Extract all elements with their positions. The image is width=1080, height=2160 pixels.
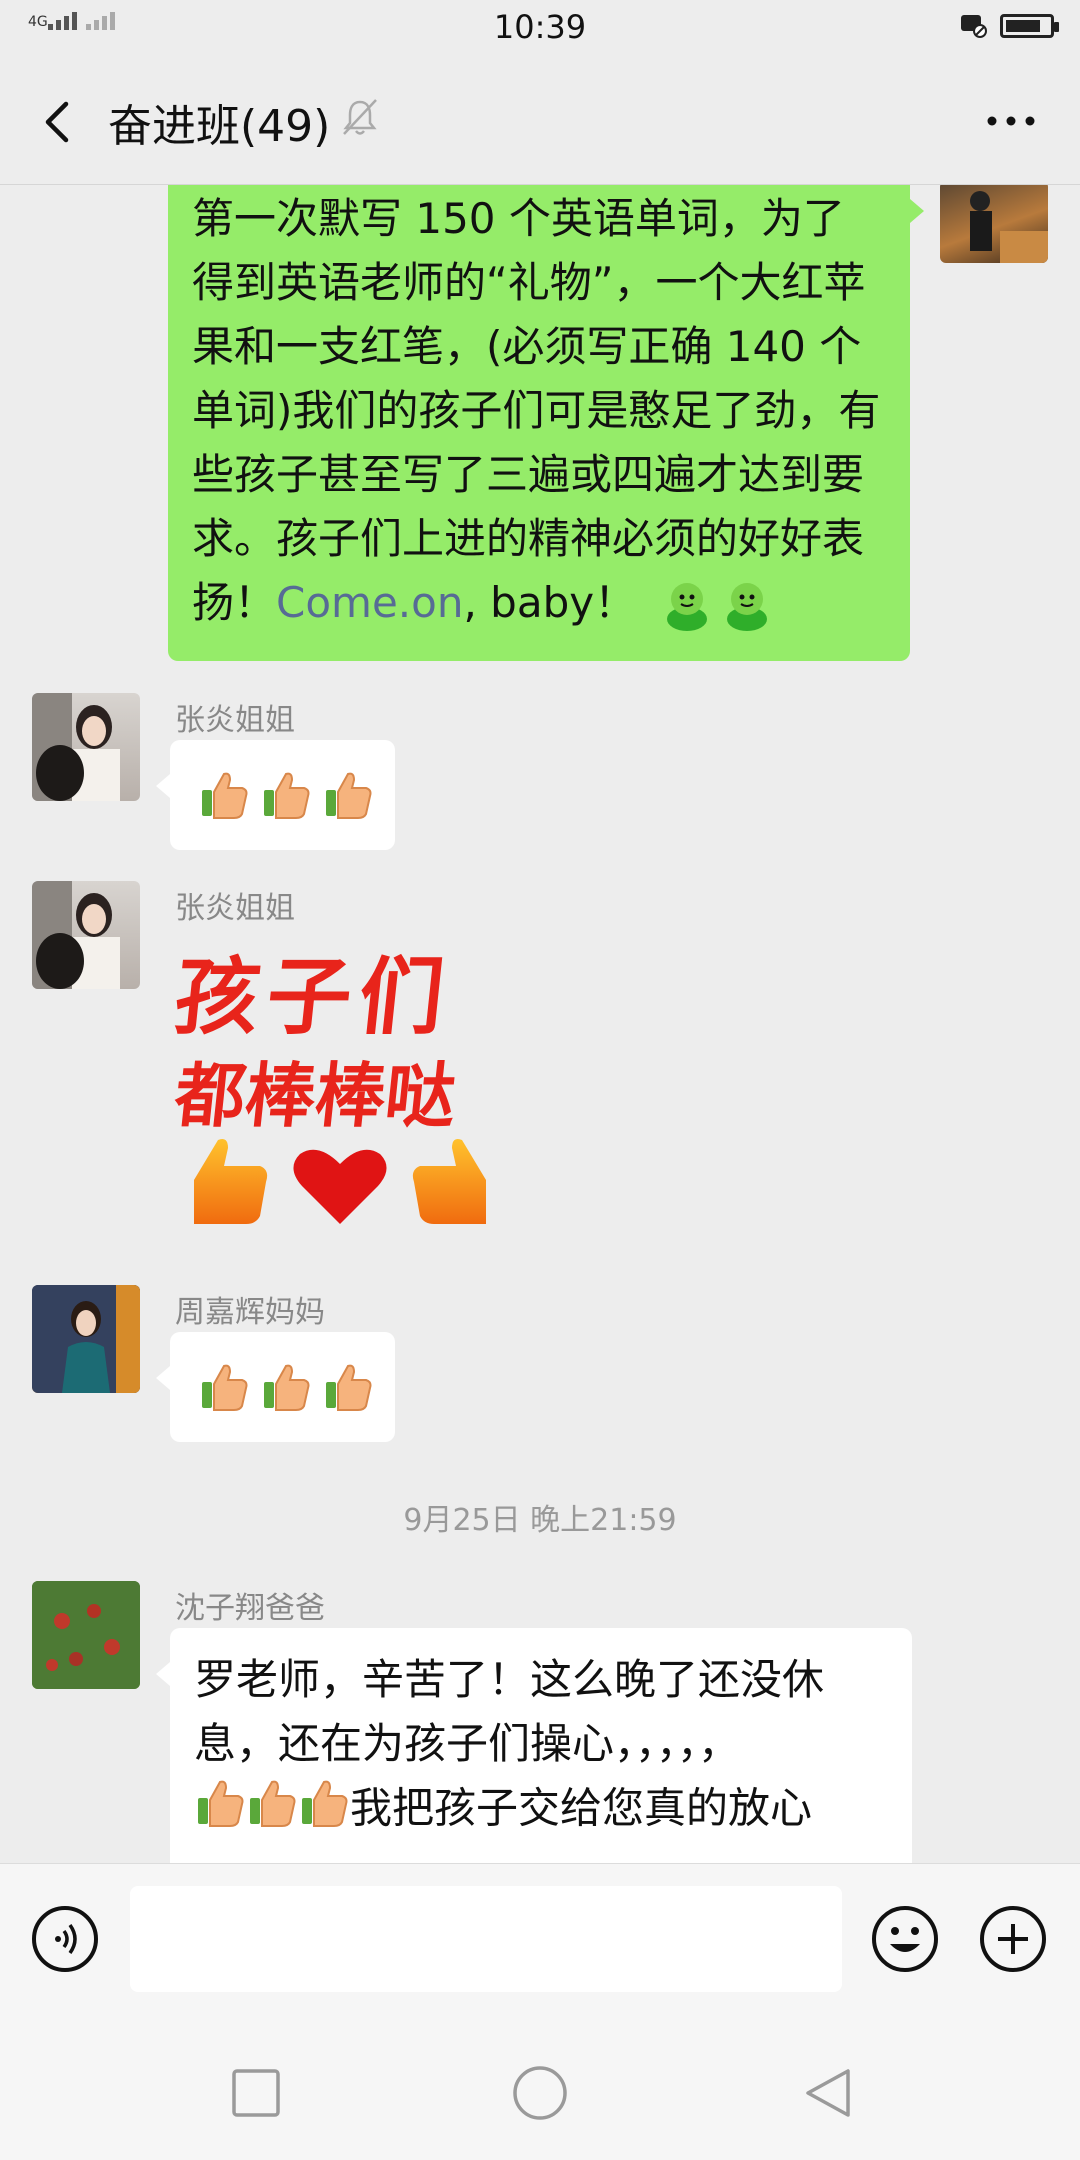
clock: 10:39 (493, 8, 587, 46)
avatar-shenzixiang-dad[interactable] (32, 1581, 140, 1689)
message-text: 罗老师，辛苦了！这么晚了还没休息，还在为孩子们操心，，，，， (194, 1655, 825, 1768)
thumbs-up-icon (264, 1364, 310, 1411)
thumbs-up-icon (250, 1780, 296, 1827)
circle-nav-icon[interactable] (512, 2065, 568, 2121)
sender-name: 张炎姐姐 (175, 891, 295, 926)
message-bubble[interactable] (156, 1332, 395, 1442)
thumbs-up-icon (202, 1364, 248, 1411)
message-text-2: 我把孩子交给您真的放心 (350, 1783, 813, 1833)
avatar-zhoujiahui-mom[interactable] (32, 1285, 140, 1393)
message-link[interactable]: Come.on (276, 578, 463, 627)
sticker-text-2: 都棒棒哒 (171, 1054, 460, 1137)
sticker-message[interactable]: 孩子们 都棒棒哒 (170, 930, 500, 1230)
thumbs-up-icon (326, 772, 372, 819)
message-text-tail: , baby！ (463, 578, 637, 627)
timestamp: 9月25日 晚上21:59 (403, 1503, 677, 1538)
message-input[interactable] (130, 1886, 842, 1992)
battery-icon (1000, 14, 1059, 38)
thumbs-up-icon (198, 1780, 244, 1827)
sender-name: 张炎姐姐 (175, 703, 295, 738)
sticker-hearts-thumbs (194, 1139, 486, 1224)
emoji-icon[interactable] (870, 1904, 940, 1974)
sender-name: 周嘉辉妈妈 (175, 1295, 325, 1330)
avatar-zhangyan[interactable] (32, 881, 140, 989)
my-avatar[interactable] (940, 185, 1048, 263)
triangle-nav-icon[interactable] (800, 2065, 856, 2121)
sticker-text-1: 孩子们 (170, 947, 457, 1046)
system-nav-bar (0, 2013, 1080, 2160)
chat-header: 奋进班(49) (0, 58, 1080, 185)
plus-icon[interactable] (978, 1904, 1048, 1974)
message-bubble[interactable] (156, 740, 395, 850)
thumbs-up-icon (302, 1780, 348, 1827)
more-icon[interactable] (984, 106, 1038, 136)
thumbs-up-icon (264, 772, 310, 819)
sender-name: 沈子翔爸爸 (175, 1591, 325, 1626)
my-message-bubble[interactable]: 第一次默写 150 个英语单词，为了得到英语老师的“礼物”，一个大红苹果和一支红… (168, 185, 924, 661)
status-bar: 4G 10:39 (0, 0, 1080, 58)
message-text: 第一次默写 150 个英语单词，为了得到英语老师的“礼物”，一个大红苹果和一支红… (192, 194, 881, 627)
chat-area[interactable]: 第一次默写 150 个英语单词，为了得到英语老师的“礼物”，一个大红苹果和一支红… (0, 185, 1080, 1863)
notification-icon (961, 15, 987, 38)
back-icon[interactable] (36, 92, 86, 152)
chat-title: 奋进班(49) (108, 101, 331, 152)
avatar-zhangyan[interactable] (32, 693, 140, 801)
thumbs-up-icon (202, 772, 248, 819)
thumbs-up-icon (326, 1364, 372, 1411)
input-bar (0, 1863, 1080, 2014)
mute-bell-icon (343, 99, 377, 135)
square-nav-icon[interactable] (228, 2065, 284, 2121)
message-bubble[interactable]: 罗老师，辛苦了！这么晚了还没休息，还在为孩子们操心，，，，， 我把孩子交给您真的… (156, 1628, 912, 1863)
green-emoji-icon (667, 582, 768, 631)
voice-icon[interactable] (30, 1904, 100, 1974)
